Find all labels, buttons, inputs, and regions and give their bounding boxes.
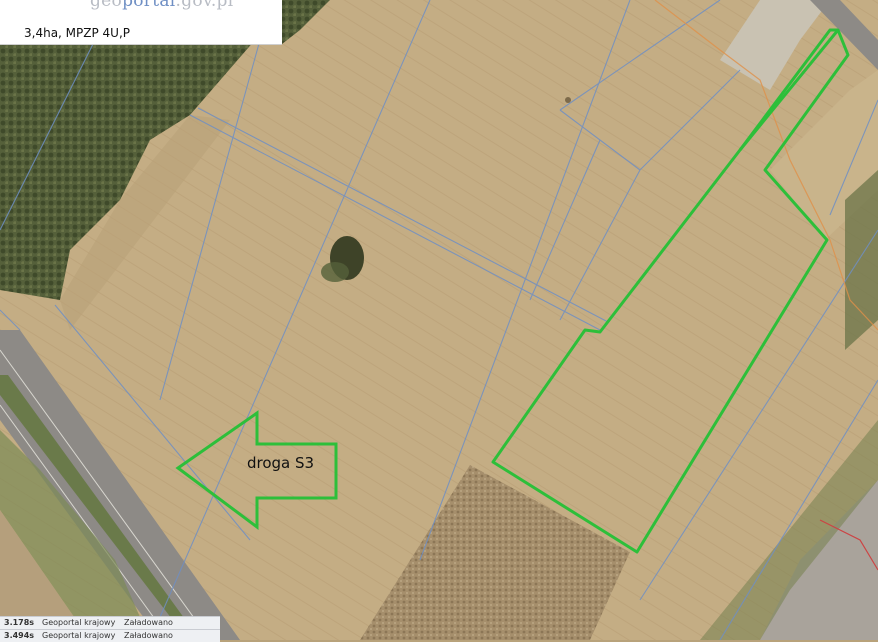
info-panel: geoportal.gov.pl 3,4ha, MPZP 4U,P (0, 0, 282, 45)
logo-part: portal (122, 0, 176, 11)
aerial-map[interactable] (0, 0, 878, 640)
geoportal-logo[interactable]: geoportal.gov.pl (90, 0, 233, 11)
logo-part: geo (90, 0, 123, 11)
status-row: 3.178s Geoportal krajowy Załadowano (0, 616, 220, 629)
logo-part: .gov.pl (175, 0, 234, 11)
status-time: 3.494s (4, 631, 35, 640)
vegetation-right (845, 170, 878, 350)
status-state: Załadowano (124, 618, 173, 627)
status-source: Geoportal krajowy (42, 618, 116, 627)
small-object (565, 97, 571, 103)
tree-shadow (321, 262, 349, 282)
arrow-label: droga S3 (247, 454, 315, 472)
status-row: 3.494s Geoportal krajowy Załadowano (0, 629, 220, 642)
status-state: Załadowano (124, 631, 173, 640)
status-source: Geoportal krajowy (42, 631, 116, 640)
status-time: 3.178s (4, 618, 35, 627)
parcel-info-label: 3,4ha, MPZP 4U,P (24, 26, 131, 40)
